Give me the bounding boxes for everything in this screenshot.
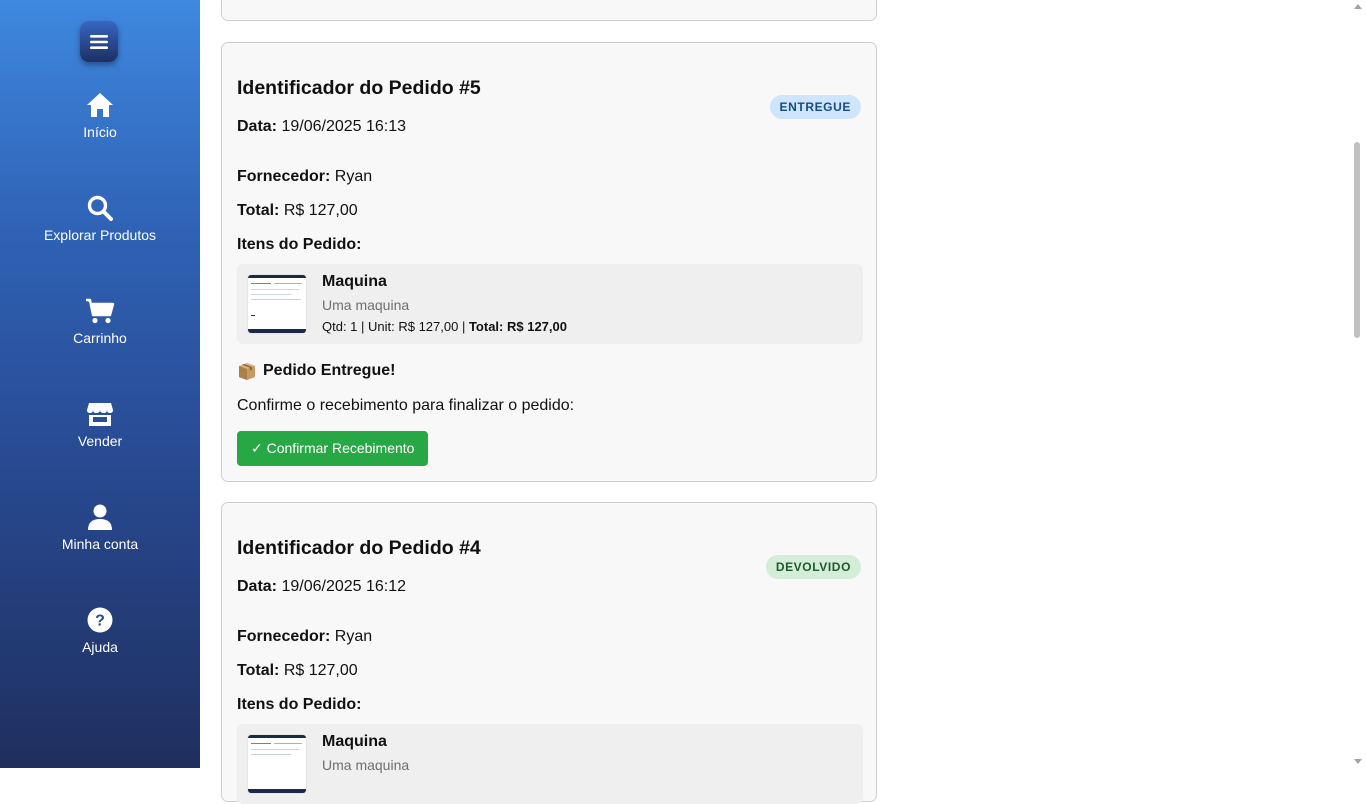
sidebar-item-vender[interactable]: Vender	[0, 399, 200, 479]
confirm-receipt-button[interactable]: ✓ Confirmar Recebimento	[237, 431, 429, 466]
order-date: Data: 19/06/2025 16:13	[237, 118, 406, 136]
order-card: Identificador do Pedido #4 DEVOLVIDO Dat…	[221, 502, 877, 804]
order-total-label: Total:	[237, 662, 280, 679]
sidebar-item-inicio[interactable]: Início	[0, 90, 200, 170]
item-description: Uma maquina	[322, 297, 410, 313]
menu-toggle-button[interactable]	[80, 21, 118, 62]
item-quantity: Qtd: 1 | Unit: R$ 127,00 | Total: R$ 127…	[322, 319, 567, 334]
delivered-notice: Pedido Entregue!	[237, 361, 395, 381]
order-supplier: Fornecedor: Ryan	[237, 168, 372, 186]
item-qty-text: Qtd: 1 | Unit: R$ 127,00 |	[322, 319, 469, 334]
order-total-value: R$ 127,00	[283, 202, 358, 219]
sidebar-item-carrinho[interactable]: Carrinho	[0, 296, 200, 376]
sidebar-item-label: Explorar Produtos	[43, 227, 157, 243]
order-total-label: Total:	[237, 202, 280, 219]
scroll-up-arrow-icon[interactable]	[1354, 4, 1362, 9]
sidebar-item-label: Vender	[77, 433, 123, 449]
item-name: Maquina	[322, 273, 387, 290]
product-thumbnail[interactable]	[247, 734, 307, 794]
order-supplier-value: Ryan	[334, 628, 373, 645]
order-supplier: Fornecedor: Ryan	[237, 628, 372, 646]
order-date: Data: 19/06/2025 16:12	[237, 578, 406, 596]
order-date-label: Data:	[237, 578, 278, 595]
sidebar-item-label: Carrinho	[73, 330, 127, 346]
user-icon	[87, 502, 113, 532]
order-title: Identificador do Pedido #5	[237, 77, 481, 99]
package-icon	[237, 361, 257, 381]
home-icon	[85, 90, 115, 120]
sidebar-item-explorar-produtos[interactable]: Explorar Produtos	[0, 193, 200, 273]
hamburger-icon	[90, 34, 108, 49]
status-badge: DEVOLVIDO	[765, 555, 861, 579]
sidebar: Início Explorar Produtos Carrinho Vender…	[0, 0, 200, 768]
order-total: Total: R$ 127,00	[237, 202, 358, 220]
sidebar-item-minha-conta[interactable]: Minha conta	[0, 502, 200, 582]
scroll-thumb[interactable]	[1354, 142, 1360, 338]
sidebar-item-ajuda[interactable]: ? Ajuda	[0, 605, 200, 685]
help-icon: ?	[86, 605, 114, 635]
order-date-value: 19/06/2025 16:13	[281, 118, 407, 135]
sidebar-item-label: Minha conta	[61, 536, 139, 552]
order-supplier-label: Fornecedor:	[237, 628, 331, 645]
item-name: Maquina	[322, 733, 387, 750]
order-total: Total: R$ 127,00	[237, 662, 358, 680]
order-supplier-value: Ryan	[334, 168, 373, 185]
order-card-partial	[221, 0, 877, 21]
search-icon	[86, 193, 114, 223]
sidebar-item-label: Início	[83, 124, 117, 140]
delivered-title: Pedido Entregue!	[263, 362, 396, 379]
confirm-instructions: Confirme o recebimento para finalizar o …	[237, 397, 575, 414]
order-items-heading: Itens do Pedido:	[237, 236, 362, 253]
store-icon	[85, 399, 115, 429]
order-supplier-label: Fornecedor:	[237, 168, 331, 185]
order-title: Identificador do Pedido #4	[237, 537, 481, 559]
order-date-label: Data:	[237, 118, 278, 135]
order-date-value: 19/06/2025 16:12	[281, 578, 407, 595]
order-item: Maquina Uma maquina	[237, 724, 863, 804]
scroll-down-arrow-icon[interactable]	[1354, 759, 1362, 764]
product-thumbnail[interactable]	[247, 274, 307, 334]
item-description: Uma maquina	[322, 757, 410, 773]
item-total: Total: R$ 127,00	[468, 319, 567, 334]
order-item: Maquina Uma maquina Qtd: 1 | Unit: R$ 12…	[237, 264, 863, 344]
cart-icon	[85, 296, 115, 326]
status-badge: ENTREGUE	[769, 95, 861, 119]
order-card: Identificador do Pedido #5 ENTREGUE Data…	[221, 42, 877, 482]
vertical-scrollbar[interactable]	[1349, 0, 1366, 768]
order-items-heading: Itens do Pedido:	[237, 696, 362, 713]
svg-text:?: ?	[95, 613, 105, 630]
order-total-value: R$ 127,00	[283, 662, 358, 679]
sidebar-item-label: Ajuda	[82, 639, 118, 655]
